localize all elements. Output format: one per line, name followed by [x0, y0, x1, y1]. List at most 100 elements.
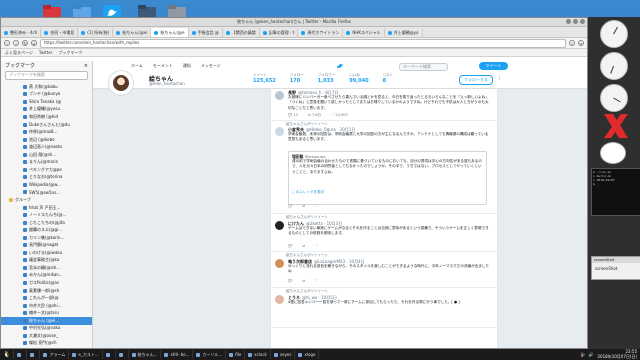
bookmark-item[interactable]: Dukeさんさんと(@du [1, 121, 92, 129]
taskbar-item[interactable]: xfdl- bo... [161, 350, 194, 359]
bookmark-item[interactable]: 仲原(@maz8... [1, 128, 92, 136]
tweet[interactable]: 長野 @tomoso_h · 8月7日 お被様にハンバーガー食べさせたら喜んでいる… [271, 89, 497, 121]
bookmark-item[interactable]: 蝶松 亮門(@ch [1, 340, 92, 348]
bookmark-item[interactable]: 絵ちゃん (@ei... [1, 316, 92, 325]
bookmark-item[interactable]: みかん(@mikan... [1, 272, 92, 280]
bookmark-item[interactable]: 樽井一文(@taru [1, 309, 92, 317]
taskbar-item[interactable] [103, 350, 116, 359]
tweet-avatar[interactable] [275, 295, 284, 304]
retweet-icon[interactable]: ⇄ [302, 244, 305, 248]
browser-tab[interactable]: 現代ホワイトラン [298, 28, 344, 37]
bookmark-item[interactable]: 長門勝(@nagat [1, 241, 92, 249]
like-icon[interactable]: ♡ 24,903 [331, 113, 348, 118]
bookmark-item[interactable]: 井上 亮 (@inoue [1, 347, 92, 349]
tweet[interactable]: 絵ちゃんさんがリツイート 嗚う次郎書店 @LaLaagorMX3 · 10月4日 … [271, 251, 497, 288]
avatar[interactable] [108, 70, 134, 96]
browser-tab[interactable]: NHKスペシャル [343, 28, 385, 37]
bookmark-item[interactable]: 井上優輔(@yosu [1, 106, 92, 114]
like-icon[interactable]: ♡ [315, 204, 318, 208]
window-titlebar[interactable]: 絵ちゃん (@eien_hantachan)さん | Twitter - Moz… [1, 18, 587, 27]
close-sidebar-icon[interactable]: × [84, 63, 88, 69]
reply-icon[interactable]: 💬 [288, 279, 292, 283]
profile-stat[interactable]: フォロワー 1,033 [318, 73, 336, 84]
taskbar-item[interactable] [14, 350, 28, 359]
bookmark-item[interactable]: いわげる(@iwaku [1, 249, 92, 257]
bookmark-item[interactable]: ガスPolitic(@as [1, 279, 92, 287]
bookmark-item[interactable]: まりん(@marin [1, 158, 92, 166]
more-options-icon[interactable]: ⋮ [497, 75, 502, 81]
profile-stat[interactable]: フォロー 170 [290, 73, 304, 84]
bookmark-item[interactable]: SW5(@sw5ns... [1, 189, 92, 197]
profile-stat[interactable]: リスト 8 [383, 73, 394, 84]
bookmark-item[interactable]: ペキングアカ@pe [1, 166, 92, 174]
url-bar[interactable]: https://twitter.com/eien_hantachan/with_… [40, 38, 566, 48]
nav-moments[interactable]: モーメント [153, 63, 173, 69]
tweet[interactable]: 絵ちゃんさんがリツイート 小倉秀夫 @Hideo_Ogura · 10月1日 学術… [271, 120, 497, 214]
browser-tab[interactable]: 手帳会話 @ [189, 28, 223, 37]
bookmark-item[interactable]: ノーミスたんち(@... [1, 211, 92, 219]
taskbar-item[interactable]: 絵ちゃん... [129, 350, 162, 359]
browser-tab[interactable]: 井上優輔@yo [385, 28, 423, 37]
profile-stat[interactable]: ツイート 125,652 [253, 73, 276, 84]
nav-messages[interactable]: メッセージ [201, 63, 221, 69]
browser-tab[interactable]: 【関西の議論 [223, 28, 260, 37]
taskbar-item[interactable]: file [226, 350, 246, 359]
tweet-avatar[interactable] [275, 127, 284, 136]
bookmark-item[interactable]: 真素爆一郎(@sh [1, 287, 92, 295]
taskbar-item[interactable]: カーソル... [193, 350, 227, 359]
quoted-tweet[interactable]: 増田聡 @smasuda 遠の前で学術会議の合わせたもので書類に基づいているもの… [288, 151, 487, 205]
home-icon[interactable]: ⌂ [31, 40, 37, 46]
terminal-window[interactable]: $ ./run.sh > build ok > 2018/10/07 $ _ [591, 168, 640, 216]
bookmark-item[interactable]: ブンヤ (@bunya [1, 91, 92, 99]
twitter-bird-icon[interactable] [337, 63, 344, 69]
bookmark-item[interactable]: 大瀬文(@oose_ [1, 332, 92, 340]
browser-tab[interactable]: 絵ちゃん(@ei [113, 28, 152, 37]
bookmark-folder[interactable]: グループ [1, 196, 92, 204]
back-icon[interactable]: ‹ [4, 40, 10, 46]
tweet-button[interactable]: ツイート [479, 62, 508, 70]
browser-tab[interactable]: 記事の管理 - t [260, 28, 299, 37]
tweet[interactable]: 絵ちゃんさんがリツイート にけたん @2ketta · 10月3日 ゲームはできな… [271, 213, 497, 252]
volume-icon[interactable]: 🔊 [589, 352, 594, 357]
twitter-search-input[interactable]: キーワード検索 [399, 63, 448, 71]
forward-icon[interactable]: › [13, 40, 19, 46]
close-icon[interactable] [580, 19, 585, 24]
bookmark-star-icon[interactable]: ☆ [569, 40, 575, 46]
bookmark-item[interactable]: 中村光弘(@naka [1, 325, 92, 333]
tweet-avatar[interactable] [275, 91, 284, 100]
bookmark-item[interactable]: とりなお(@torina [1, 174, 92, 182]
taskbar-item[interactable]: xlogo [295, 350, 320, 359]
follow-button[interactable]: フォローする [459, 75, 493, 85]
retweet-icon[interactable]: ⇄ [302, 204, 305, 208]
tweet[interactable]: 絵ちゃんさんがリツイート とうろ @hi_wo · 10月5日 4連に回答メンバー… [271, 287, 497, 328]
reload-icon[interactable]: ↻ [22, 40, 28, 46]
browser-tab[interactable]: 整形済み - 4ch [1, 28, 42, 37]
taskbar-item[interactable]: xeyes [271, 350, 296, 359]
input-language[interactable]: jp [581, 352, 585, 357]
reply-icon[interactable]: 💬 [288, 204, 292, 208]
bookmark-toolbar-item[interactable]: よく見るページ [5, 50, 33, 56]
taskbar-item[interactable] [27, 350, 41, 359]
bookmark-item[interactable]: 市井大民 (@shi... [1, 302, 92, 310]
bookmark-item[interactable]: hhat 声 戸田玉... [1, 204, 92, 212]
retweet-icon[interactable]: ⇄ [302, 279, 305, 283]
bookmark-item[interactable]: 和田秀樹 (@hid [1, 113, 92, 121]
menu-icon[interactable]: ≡ [578, 40, 584, 46]
bookmark-item[interactable]: 池辺 (@ikebe [1, 136, 92, 144]
bookmark-item[interactable]: 燕 大和(@kabu [1, 83, 92, 91]
bookmark-search-input[interactable]: ブックマークを検索 [5, 71, 88, 80]
bookmark-item[interactable]: Shiro Tanaka (@ [1, 98, 92, 106]
start-menu-button[interactable]: 🐧 [0, 350, 15, 359]
taskbar-item[interactable]: アラーム [40, 350, 70, 359]
browser-tab[interactable]: 合同・市場見 [41, 28, 79, 37]
browser-tab[interactable]: 絵ちゃん(@e [151, 28, 189, 37]
show-thread-link[interactable]: このスレッドを表示 [292, 190, 483, 195]
bookmark-item[interactable]: 銀翼のスエ(@gi... [1, 226, 92, 234]
reply-icon[interactable]: 💬 [288, 244, 292, 248]
tweet-avatar[interactable] [275, 221, 284, 230]
nav-notifications[interactable]: 通知 [183, 63, 191, 69]
bookmark-toolbar-item[interactable]: ブックマーク [58, 50, 82, 56]
browser-tab[interactable]: (1) 所有(絵) [78, 28, 114, 37]
bookmark-item[interactable]: 山田 翔(@sh... [1, 151, 92, 159]
reply-icon[interactable]: 💬 13 [288, 113, 298, 118]
